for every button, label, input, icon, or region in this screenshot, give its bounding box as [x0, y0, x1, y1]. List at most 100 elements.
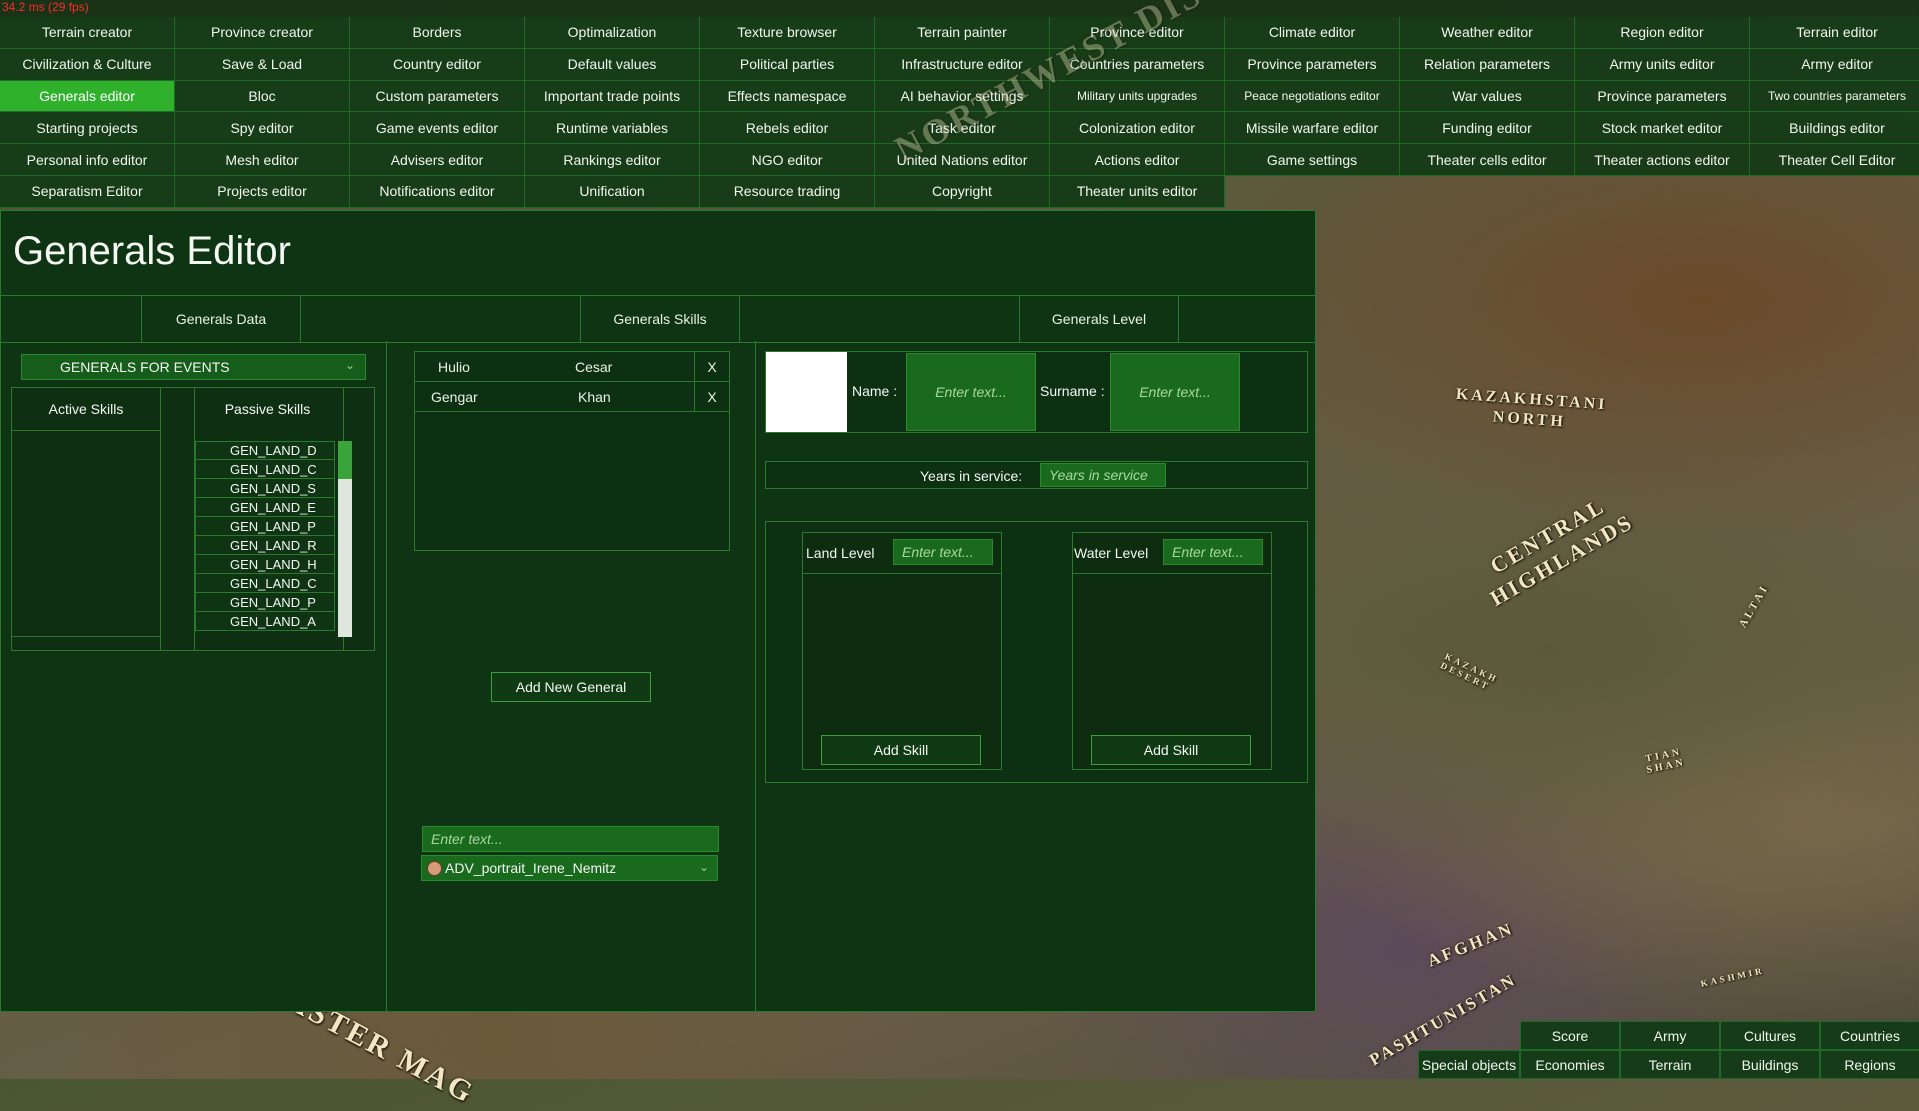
bottom-menu-army[interactable]: Army [1620, 1021, 1720, 1050]
passive-skill-item[interactable]: GEN_LAND_H [195, 555, 335, 574]
menu-item-region-editor[interactable]: Region editor [1575, 17, 1750, 49]
menu-item-game-events-editor[interactable]: Game events editor [350, 112, 525, 145]
scrollbar-thumb[interactable] [338, 441, 352, 479]
editor-tabs: Generals Data Generals Skills Generals L… [1, 295, 1315, 343]
menu-item-country-editor[interactable]: Country editor [350, 48, 525, 81]
bottom-menu-terrain[interactable]: Terrain [1620, 1050, 1720, 1079]
menu-item-unification[interactable]: Unification [525, 175, 700, 208]
passive-skill-item[interactable]: GEN_LAND_C [195, 460, 335, 479]
menu-item-terrain-creator[interactable]: Terrain creator [0, 17, 175, 49]
menu-item-copyright[interactable]: Copyright [875, 175, 1050, 208]
menu-item-bloc[interactable]: Bloc [175, 80, 350, 113]
menu-item-mesh-editor[interactable]: Mesh editor [175, 144, 350, 176]
years-in-service-input[interactable]: Years in service [1040, 463, 1166, 487]
general-row[interactable]: Gengar Khan X [415, 382, 729, 412]
water-level-input[interactable]: Enter text... [1163, 539, 1263, 565]
menu-item-resource-trading[interactable]: Resource trading [700, 175, 875, 208]
passive-skill-item[interactable]: GEN_LAND_C [195, 574, 335, 593]
menu-item-ngo-editor[interactable]: NGO editor [700, 144, 875, 176]
menu-item-save-load[interactable]: Save & Load [175, 48, 350, 81]
general-row[interactable]: Hulio Cesar X [415, 352, 729, 382]
menu-item-province-creator[interactable]: Province creator [175, 17, 350, 49]
menu-item-actions-editor[interactable]: Actions editor [1050, 144, 1225, 176]
menu-item-effects-namespace[interactable]: Effects namespace [700, 80, 875, 113]
menu-item-rankings-editor[interactable]: Rankings editor [525, 144, 700, 176]
menu-item-civilization-culture[interactable]: Civilization & Culture [0, 48, 175, 81]
menu-item-game-settings[interactable]: Game settings [1225, 144, 1400, 176]
menu-item-war-values[interactable]: War values [1400, 80, 1575, 113]
menu-item-missile-warfare-editor[interactable]: Missile warfare editor [1225, 112, 1400, 145]
passive-skill-item[interactable]: GEN_LAND_E [195, 498, 335, 517]
passive-skills-scrollbar[interactable] [338, 441, 352, 637]
menu-item-optimalization[interactable]: Optimalization [525, 17, 700, 49]
menu-item-theater-cells-editor[interactable]: Theater cells editor [1400, 144, 1575, 176]
active-skills-bottom-line [12, 636, 160, 637]
menu-item-terrain-painter[interactable]: Terrain painter [875, 17, 1050, 49]
general-group-dropdown[interactable]: GENERALS FOR EVENTS ⌄ [21, 354, 366, 380]
name-input[interactable]: Enter text... [906, 353, 1036, 431]
portrait-dropdown[interactable]: ADV_portrait_Irene_Nemitz ⌄ [421, 855, 718, 881]
menu-item-funding-editor[interactable]: Funding editor [1400, 112, 1575, 145]
tab-generals-data[interactable]: Generals Data [141, 296, 301, 342]
bottom-menu-score[interactable]: Score [1520, 1021, 1620, 1050]
menu-item-generals-editor[interactable]: Generals editor [0, 80, 175, 113]
remove-general-button[interactable]: X [694, 352, 729, 381]
menu-item-projects-editor[interactable]: Projects editor [175, 175, 350, 208]
water-level-label: Water Level [1074, 545, 1149, 561]
passive-skill-item[interactable]: GEN_LAND_R [195, 536, 335, 555]
tab-generals-level[interactable]: Generals Level [1019, 296, 1179, 342]
menu-item-military-units-upgrades[interactable]: Military units upgrades [1050, 80, 1225, 113]
add-land-skill-button[interactable]: Add Skill [821, 735, 981, 765]
menu-item-theater-units-editor[interactable]: Theater units editor [1050, 175, 1225, 208]
bottom-menu-cultures[interactable]: Cultures [1720, 1021, 1820, 1050]
menu-item-colonization-editor[interactable]: Colonization editor [1050, 112, 1225, 145]
menu-item-notifications-editor[interactable]: Notifications editor [350, 175, 525, 208]
bottom-menu-special-objects[interactable]: Special objects [1418, 1050, 1520, 1079]
menu-item-default-values[interactable]: Default values [525, 48, 700, 81]
menu-item-spy-editor[interactable]: Spy editor [175, 112, 350, 145]
menu-item-climate-editor[interactable]: Climate editor [1225, 17, 1400, 49]
bottom-menu-buildings[interactable]: Buildings [1720, 1050, 1820, 1079]
menu-item-province-parameters[interactable]: Province parameters [1575, 80, 1750, 113]
menu-item-starting-projects[interactable]: Starting projects [0, 112, 175, 145]
surname-input[interactable]: Enter text... [1110, 353, 1240, 431]
passive-skill-item[interactable]: GEN_LAND_S [195, 479, 335, 498]
menu-item-terrain-editor[interactable]: Terrain editor [1750, 17, 1919, 49]
menu-item-army-editor[interactable]: Army editor [1750, 48, 1919, 81]
menu-item-personal-info-editor[interactable]: Personal info editor [0, 144, 175, 176]
land-level-panel: Land Level Enter text... Add Skill [802, 532, 1002, 770]
general-text-input[interactable]: Enter text... [422, 826, 719, 852]
menu-item-important-trade-points[interactable]: Important trade points [525, 80, 700, 113]
passive-skill-item[interactable]: GEN_LAND_P [195, 593, 335, 612]
menu-item-texture-browser[interactable]: Texture browser [700, 17, 875, 49]
passive-skill-item[interactable]: GEN_LAND_D [195, 441, 335, 460]
menu-item-two-countries-parameters[interactable]: Two countries parameters [1750, 80, 1919, 113]
bottom-menu-countries[interactable]: Countries [1820, 1021, 1919, 1050]
bottom-menu-economies[interactable]: Economies [1520, 1050, 1620, 1079]
menu-item-rebels-editor[interactable]: Rebels editor [700, 112, 875, 145]
menu-item-political-parties[interactable]: Political parties [700, 48, 875, 81]
menu-item-buildings-editor[interactable]: Buildings editor [1750, 112, 1919, 145]
add-new-general-button[interactable]: Add New General [491, 672, 651, 702]
remove-general-button[interactable]: X [694, 382, 729, 411]
menu-item-runtime-variables[interactable]: Runtime variables [525, 112, 700, 145]
menu-item-theater-actions-editor[interactable]: Theater actions editor [1575, 144, 1750, 176]
general-portrait[interactable] [766, 352, 847, 432]
menu-item-peace-negotiations-editor[interactable]: Peace negotiations editor [1225, 80, 1400, 113]
menu-item-stock-market-editor[interactable]: Stock market editor [1575, 112, 1750, 145]
menu-item-advisers-editor[interactable]: Advisers editor [350, 144, 525, 176]
tab-generals-skills[interactable]: Generals Skills [580, 296, 740, 342]
menu-item-theater-cell-editor[interactable]: Theater Cell Editor [1750, 144, 1919, 176]
passive-skill-item[interactable]: GEN_LAND_A [195, 612, 335, 631]
menu-item-province-parameters[interactable]: Province parameters [1225, 48, 1400, 81]
land-level-input[interactable]: Enter text... [893, 539, 993, 565]
menu-item-weather-editor[interactable]: Weather editor [1400, 17, 1575, 49]
passive-skill-item[interactable]: GEN_LAND_P [195, 517, 335, 536]
menu-item-army-units-editor[interactable]: Army units editor [1575, 48, 1750, 81]
menu-item-custom-parameters[interactable]: Custom parameters [350, 80, 525, 113]
menu-item-separatism-editor[interactable]: Separatism Editor [0, 175, 175, 208]
bottom-menu-regions[interactable]: Regions [1820, 1050, 1919, 1079]
add-water-skill-button[interactable]: Add Skill [1091, 735, 1251, 765]
menu-item-borders[interactable]: Borders [350, 17, 525, 49]
menu-item-relation-parameters[interactable]: Relation parameters [1400, 48, 1575, 81]
